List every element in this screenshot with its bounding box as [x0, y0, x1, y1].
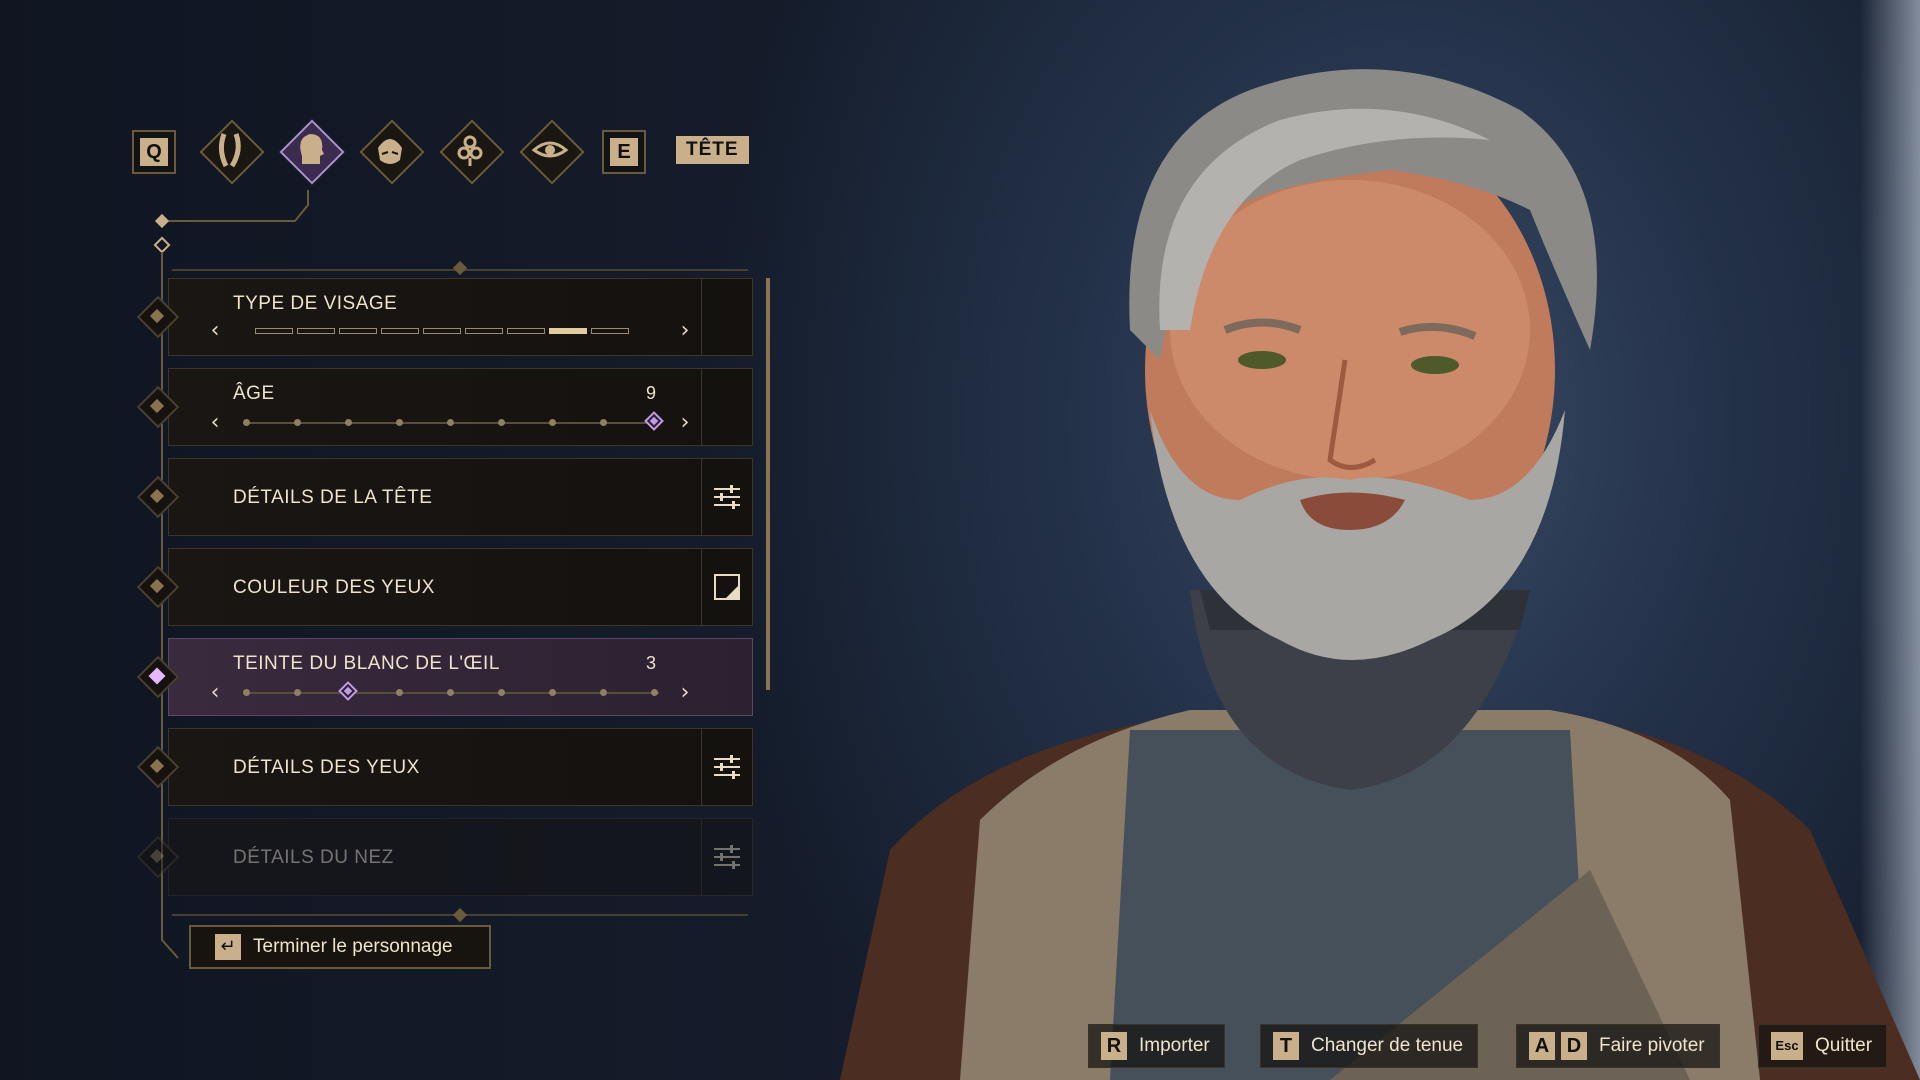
- row-bullet-icon: [136, 295, 180, 339]
- option-label: TEINTE DU BLANC DE L'ŒIL: [233, 653, 500, 674]
- character-portrait: [840, 69, 1920, 1080]
- option-age[interactable]: ÂGE 9 ‹ ›: [136, 368, 753, 446]
- next-category-key[interactable]: E: [602, 130, 646, 174]
- eye-white-tint-slider[interactable]: [243, 681, 659, 701]
- slider-knob[interactable]: [338, 681, 358, 701]
- option-eye-color[interactable]: COULEUR DES YEUX: [136, 548, 753, 626]
- face-hair-icon: [378, 139, 402, 164]
- option-nose-details[interactable]: DÉTAILS DU NEZ: [136, 818, 753, 896]
- row-bullet-icon: [136, 745, 180, 789]
- sliders-icon: [714, 485, 740, 509]
- hint-import[interactable]: R Importer: [1088, 1024, 1225, 1068]
- submenu-button[interactable]: [701, 819, 752, 895]
- option-label: TYPE DE VISAGE: [233, 293, 398, 314]
- chevron-right-icon[interactable]: ›: [675, 319, 695, 343]
- eye-white-tint-value: 3: [645, 653, 656, 673]
- slider-knob[interactable]: [644, 411, 664, 431]
- key-t: T: [1273, 1032, 1299, 1060]
- sliders-icon: [714, 755, 740, 779]
- option-eye-details[interactable]: DÉTAILS DES YEUX: [136, 728, 753, 806]
- row-bullet-icon: [136, 565, 180, 609]
- ornament-knot-icon: [457, 135, 483, 166]
- head-profile-icon: [300, 134, 324, 164]
- chevron-left-icon[interactable]: ‹: [205, 411, 225, 435]
- category-body-tab[interactable]: [199, 119, 265, 185]
- category-face-tab[interactable]: [359, 119, 425, 185]
- finish-label: Terminer le personnage: [253, 936, 453, 957]
- hint-label: Importer: [1139, 1035, 1210, 1056]
- category-eyes-tab[interactable]: [519, 119, 585, 185]
- hint-quit[interactable]: Esc Quitter: [1758, 1024, 1888, 1068]
- option-label: DÉTAILS DE LA TÊTE: [233, 487, 433, 508]
- face-type-segments: [255, 328, 629, 338]
- body-silhouette-icon: [218, 133, 241, 168]
- chevron-left-icon[interactable]: ‹: [205, 681, 225, 705]
- category-title: TÊTE: [676, 136, 749, 164]
- prev-category-key[interactable]: Q: [132, 130, 176, 174]
- row-bullet-icon: [136, 475, 180, 519]
- option-label: DÉTAILS DES YEUX: [233, 757, 420, 778]
- option-face-type[interactable]: TYPE DE VISAGE ‹ ›: [136, 278, 753, 356]
- key-a: A: [1529, 1032, 1555, 1060]
- option-label: ÂGE: [233, 383, 275, 404]
- option-label: DÉTAILS DU NEZ: [233, 847, 394, 868]
- sliders-icon: [714, 845, 740, 869]
- option-label: COULEUR DES YEUX: [233, 577, 435, 598]
- enter-key-icon: ↵: [215, 934, 241, 960]
- hint-rotate[interactable]: A D Faire pivoter: [1516, 1024, 1720, 1068]
- age-slider[interactable]: [243, 411, 664, 431]
- key-d: D: [1561, 1032, 1587, 1060]
- option-eye-white-tint[interactable]: TEINTE DU BLANC DE L'ŒIL 3 ‹ ›: [136, 638, 753, 716]
- age-value: 9: [645, 383, 656, 403]
- key-esc: Esc: [1771, 1032, 1803, 1060]
- options-scrollbar[interactable]: [766, 278, 770, 690]
- submenu-button[interactable]: [701, 459, 752, 535]
- option-head-details[interactable]: DÉTAILS DE LA TÊTE: [136, 458, 753, 536]
- hint-label: Quitter: [1815, 1035, 1873, 1056]
- chevron-right-icon[interactable]: ›: [675, 411, 695, 435]
- color-picker-button[interactable]: [701, 549, 752, 625]
- chevron-left-icon[interactable]: ‹: [205, 319, 225, 343]
- finish-character-button[interactable]: ↵ Terminer le personnage: [189, 925, 491, 969]
- category-ornament-tab[interactable]: [439, 119, 505, 185]
- category-head-tab[interactable]: [279, 119, 345, 185]
- submenu-button[interactable]: [701, 729, 752, 805]
- eye-icon: [531, 141, 569, 158]
- row-bullet-icon: [136, 385, 180, 429]
- hint-label: Changer de tenue: [1311, 1035, 1464, 1056]
- chevron-right-icon[interactable]: ›: [675, 681, 695, 705]
- hint-label: Faire pivoter: [1599, 1035, 1705, 1056]
- row-bullet-icon: [136, 655, 180, 699]
- hint-change-outfit[interactable]: T Changer de tenue: [1260, 1024, 1479, 1068]
- color-swatch-icon: [714, 574, 740, 600]
- row-bullet-icon: [136, 835, 180, 879]
- key-r: R: [1101, 1032, 1127, 1060]
